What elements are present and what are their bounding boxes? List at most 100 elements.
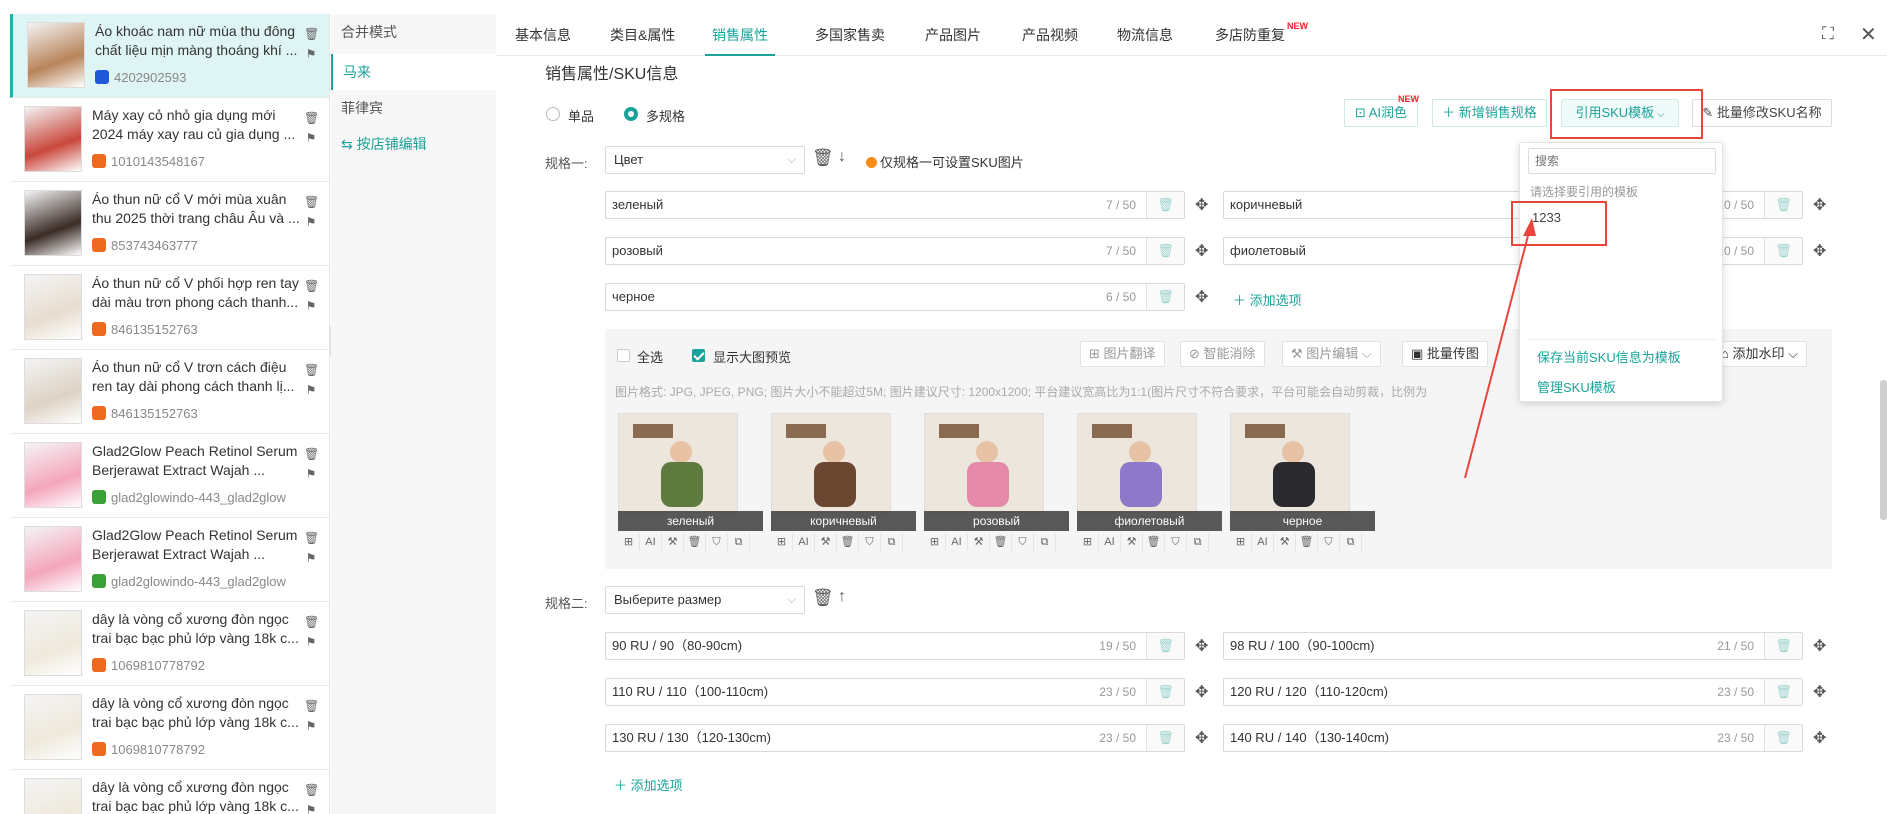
ai-icon[interactable]: AI	[1099, 533, 1121, 551]
product-row[interactable]: Áo thun nữ cổ V phối hợp ren tay dài màu…	[10, 266, 329, 350]
close-icon[interactable]: ✕	[1860, 22, 1877, 47]
image-icon[interactable]: ⊞	[618, 533, 640, 551]
spec-option-input[interactable]: 90 RU / 90（80-90cm) 19 / 50 🗑	[605, 632, 1185, 660]
trash-icon[interactable]: 🗑	[1764, 192, 1802, 218]
select-all-checkbox[interactable]	[617, 349, 630, 362]
sku-image-card[interactable]: коричневый ⊞ AI ⚒ 🗑 ⛉ ⧉	[771, 413, 916, 558]
trash-icon[interactable]: 🗑	[1146, 633, 1184, 659]
sku-image-card[interactable]: фиолетовый ⊞ AI ⚒ 🗑 ⛉ ⧉	[1077, 413, 1222, 558]
add-watermark-button[interactable]: ⌂ 添加水印 ⌵	[1712, 341, 1807, 367]
save-as-template-link[interactable]: 保存当前SKU信息为模板	[1537, 347, 1681, 366]
product-row[interactable]: dây là vòng cổ xương đòn ngọc trai bạc b…	[10, 602, 329, 686]
magic-wand-icon[interactable]: ⚒	[815, 533, 837, 551]
flag-icon[interactable]: ⚑	[304, 548, 318, 568]
drag-handle-icon[interactable]: ✥	[1813, 195, 1826, 215]
fullscreen-icon[interactable]: ⛶	[1822, 24, 1834, 44]
trash-icon[interactable]: 🗑	[1146, 192, 1184, 218]
trash-icon[interactable]: 🗑	[304, 276, 319, 296]
copy-icon[interactable]: ⧉	[1187, 533, 1209, 551]
magic-wand-icon[interactable]: ⚒	[1274, 533, 1296, 551]
product-row[interactable]: dây là vòng cổ xương đòn ngọc trai bạc b…	[10, 686, 329, 770]
product-row[interactable]: Glad2Glow Peach Retinol Serum Berjerawat…	[10, 434, 329, 518]
magic-wand-icon[interactable]: ⚒	[1121, 533, 1143, 551]
tab-product-images[interactable]: 产品图片	[925, 14, 981, 56]
sku-image-card[interactable]: розовый ⊞ AI ⚒ 🗑 ⛉ ⧉	[924, 413, 1069, 558]
shield-icon[interactable]: ⛉	[859, 533, 881, 551]
sku-image[interactable]	[1077, 413, 1197, 513]
trash-icon[interactable]: 🗑	[304, 780, 319, 800]
ai-icon[interactable]: AI	[640, 533, 662, 551]
trash-icon[interactable]: 🗑	[1146, 238, 1184, 264]
image-edit-button[interactable]: ⚒ 图片编辑 ⌵	[1282, 341, 1381, 367]
trash-icon[interactable]: 🗑	[812, 148, 834, 168]
scrollbar[interactable]	[1880, 380, 1887, 520]
magic-wand-icon[interactable]: ⚒	[968, 533, 990, 551]
spec2-add-option[interactable]: ＋ 添加选项	[614, 775, 683, 794]
trash-icon[interactable]: 🗑	[304, 108, 319, 128]
nav-merge-mode[interactable]: 合并模式	[331, 14, 496, 50]
trash-icon[interactable]: 🗑	[304, 360, 319, 380]
drag-handle-icon[interactable]: ✥	[1813, 241, 1826, 261]
product-row[interactable]: Máy xay cỏ nhỏ gia dụng mới 2024 máy xay…	[10, 98, 329, 182]
trash-icon[interactable]: 🗑	[990, 533, 1012, 551]
trash-icon[interactable]: 🗑	[812, 588, 834, 608]
nav-philippines[interactable]: 菲律宾	[331, 90, 496, 126]
arrow-down-icon[interactable]: ↓	[838, 148, 846, 166]
nav-by-shop[interactable]: ⇆ 按店铺编辑	[331, 126, 496, 162]
sku-image-card[interactable]: зеленый ⊞ AI ⚒ 🗑 ⛉ ⧉	[618, 413, 763, 558]
drag-handle-icon[interactable]: ✥	[1195, 195, 1208, 215]
trash-icon[interactable]: 🗑	[1146, 679, 1184, 705]
trash-icon[interactable]: 🗑	[304, 696, 319, 716]
tab-logistics[interactable]: 物流信息	[1117, 14, 1173, 56]
sku-image[interactable]	[1230, 413, 1350, 513]
add-sales-spec-button[interactable]: ＋ 新增销售规格	[1432, 99, 1547, 127]
show-preview-checkbox[interactable]	[692, 349, 705, 362]
spec-option-input[interactable]: розовый 7 / 50 🗑	[605, 237, 1185, 265]
copy-icon[interactable]: ⧉	[728, 533, 750, 551]
product-row[interactable]: Áo khoác nam nữ mùa thu đông chất liệu m…	[10, 14, 329, 98]
flag-icon[interactable]: ⚑	[304, 464, 318, 484]
flag-icon[interactable]: ⚑	[304, 632, 318, 652]
tab-sales-attributes[interactable]: 销售属性	[705, 14, 775, 56]
sku-image[interactable]	[618, 413, 738, 513]
tab-category[interactable]: 类目&属性	[610, 14, 675, 56]
drag-handle-icon[interactable]: ✥	[1195, 682, 1208, 702]
spec-option-input[interactable]: 140 RU / 140（130-140cm) 23 / 50 🗑	[1223, 724, 1803, 752]
image-icon[interactable]: ⊞	[1077, 533, 1099, 551]
trash-icon[interactable]: 🗑	[1764, 725, 1802, 751]
trash-icon[interactable]: 🗑	[304, 444, 319, 464]
arrow-up-icon[interactable]: ↑	[838, 588, 846, 606]
trash-icon[interactable]: 🗑	[304, 612, 319, 632]
shield-icon[interactable]: ⛉	[706, 533, 728, 551]
drag-handle-icon[interactable]: ✥	[1195, 287, 1208, 307]
sku-image[interactable]	[771, 413, 891, 513]
radio-single[interactable]	[546, 107, 560, 121]
drag-handle-icon[interactable]: ✥	[1813, 728, 1826, 748]
product-row[interactable]: Áo thun nữ cổ V mới mùa xuân thu 2025 th…	[10, 182, 329, 266]
image-translate-button[interactable]: ⊞ 图片翻译	[1080, 341, 1165, 367]
trash-icon[interactable]: 🗑	[1296, 533, 1318, 551]
tab-basic-info[interactable]: 基本信息	[515, 14, 571, 56]
product-row[interactable]: Glad2Glow Peach Retinol Serum Berjerawat…	[10, 518, 329, 602]
drag-handle-icon[interactable]: ✥	[1813, 682, 1826, 702]
sku-image-card[interactable]: черное ⊞ AI ⚒ 🗑 ⛉ ⧉	[1230, 413, 1375, 558]
spec-option-input[interactable]: черное 6 / 50 🗑	[605, 283, 1185, 311]
copy-icon[interactable]: ⧉	[881, 533, 903, 551]
ai-icon[interactable]: AI	[793, 533, 815, 551]
flag-icon[interactable]: ⚑	[304, 380, 318, 400]
sku-image[interactable]	[924, 413, 1044, 513]
flag-icon[interactable]: ⚑	[304, 800, 318, 814]
tab-multi-country[interactable]: 多国家售卖	[815, 14, 885, 56]
manage-templates-link[interactable]: 管理SKU模板	[1537, 377, 1616, 396]
trash-icon[interactable]: 🗑	[837, 533, 859, 551]
magic-wand-icon[interactable]: ⚒	[662, 533, 684, 551]
trash-icon[interactable]: 🗑	[1146, 284, 1184, 310]
trash-icon[interactable]: 🗑	[1143, 533, 1165, 551]
spec-option-input[interactable]: 98 RU / 100（90-100cm) 21 / 50 🗑	[1223, 632, 1803, 660]
trash-icon[interactable]: 🗑	[1764, 238, 1802, 264]
spec-option-input[interactable]: зеленый 7 / 50 🗑	[605, 191, 1185, 219]
flag-icon[interactable]: ⚑	[304, 44, 318, 64]
spec1-add-option[interactable]: ＋ 添加选项	[1233, 290, 1302, 309]
trash-icon[interactable]: 🗑	[1146, 725, 1184, 751]
image-icon[interactable]: ⊞	[771, 533, 793, 551]
